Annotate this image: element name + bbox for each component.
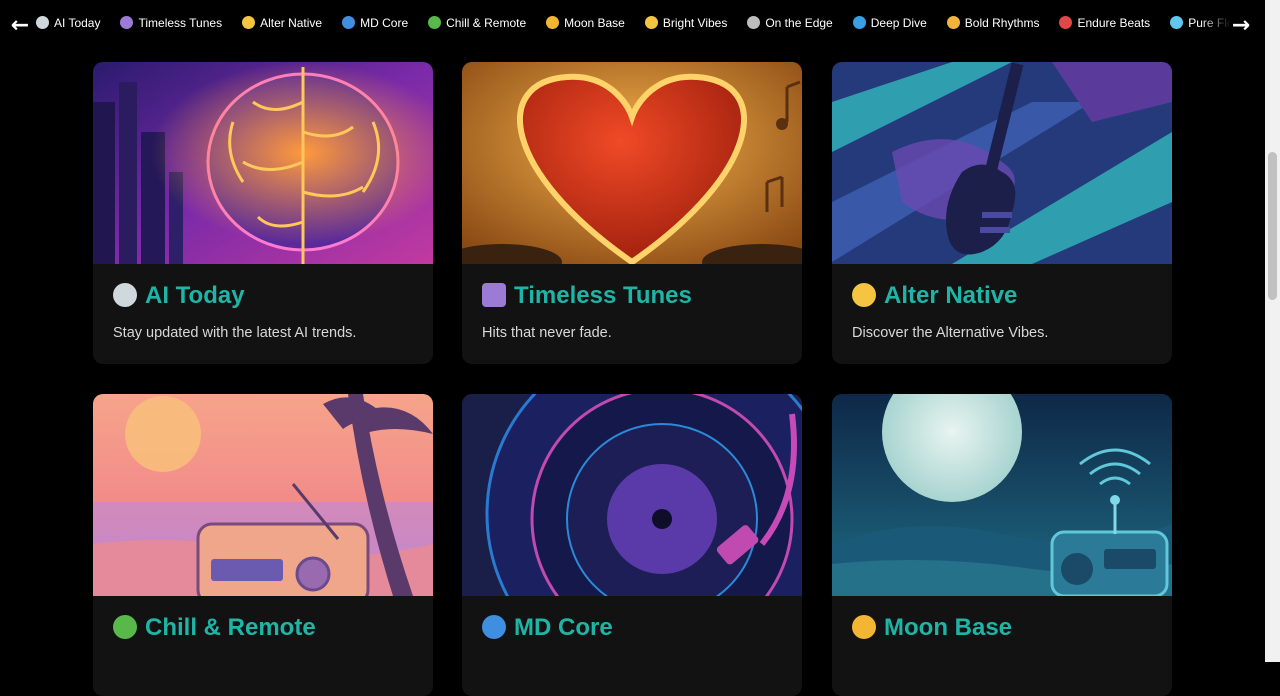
category-tab-label: Endure Beats (1077, 16, 1151, 30)
palm-tree-icon (113, 615, 137, 639)
category-tab[interactable]: On the Edge (747, 0, 833, 48)
category-tab[interactable]: Chill & Remote (428, 0, 526, 48)
card-title[interactable]: Moon Base (852, 614, 1012, 642)
card-title[interactable]: AI Today (113, 282, 245, 310)
category-tab[interactable]: AI Today (36, 0, 100, 48)
station-card-md-core[interactable]: MD Core (462, 394, 802, 696)
timeless-tunes-artwork (462, 62, 802, 264)
station-card-timeless-tunes[interactable]: Timeless Tunes Hits that never fade. (462, 62, 802, 364)
swirl-icon (342, 16, 356, 29)
category-tab-label: Bright Vibes (662, 16, 728, 30)
station-card-chill-remote[interactable]: Chill & Remote (93, 394, 433, 696)
category-tab[interactable]: Bright Vibes (644, 0, 728, 48)
swirl-icon (482, 615, 506, 639)
scrollbar-thumb[interactable] (1268, 152, 1277, 300)
scroll-left-arrow-icon[interactable]: ← (8, 14, 32, 38)
category-tab[interactable]: Alter Native (242, 0, 322, 48)
card-title-text: AI Today (145, 282, 245, 309)
sparkles-icon (242, 16, 256, 29)
category-list: AI Today Timeless Tunes Alter Native MD Cor… (36, 0, 1242, 48)
alter-native-artwork (832, 62, 1172, 264)
category-tab[interactable]: Timeless Tunes (120, 0, 222, 48)
category-tab-label: Bold Rhythms (964, 16, 1040, 30)
robot-icon (113, 283, 137, 307)
scrollbar-track[interactable] (1265, 0, 1280, 662)
moon-icon (546, 16, 560, 29)
md-core-artwork (462, 394, 802, 596)
station-card-alter-native[interactable]: Alter Native Discover the Alternative Vi… (832, 62, 1172, 364)
category-tab-label: Timeless Tunes (138, 16, 223, 30)
card-title-text: MD Core (514, 614, 613, 641)
moon-icon (852, 615, 876, 639)
category-tab-label: Alter Native (260, 16, 323, 30)
gem-icon (1170, 16, 1184, 29)
wave-icon (852, 16, 866, 29)
crossed-swords-icon (747, 16, 761, 29)
card-title[interactable]: Chill & Remote (113, 614, 316, 642)
category-nav-bar: ← AI Today Timeless Tunes Alter Native MD C… (0, 0, 1265, 48)
scroll-right-arrow-icon[interactable]: → (1229, 14, 1253, 38)
category-tab-label: On the Edge (765, 16, 833, 30)
category-tab-label: Deep Dive (870, 16, 927, 30)
category-tab[interactable]: Bold Rhythms (946, 0, 1040, 48)
card-title-text: Alter Native (884, 282, 1018, 309)
flexed-arm-icon (946, 16, 960, 29)
ai-today-artwork (93, 62, 433, 264)
moon-base-artwork (832, 394, 1172, 596)
station-card-ai-today[interactable]: AI Today Stay updated with the latest AI… (93, 62, 433, 364)
category-tab-label: MD Core (360, 16, 409, 30)
shield-icon (1059, 16, 1073, 29)
station-card-moon-base[interactable]: Moon Base (832, 394, 1172, 696)
robot-icon (36, 16, 49, 29)
sparkles-icon (644, 16, 658, 29)
palm-tree-icon (428, 16, 442, 29)
category-tab-label: AI Today (54, 16, 101, 30)
category-tab[interactable]: Moon Base (546, 0, 625, 48)
category-tab[interactable]: Deep Dive (852, 0, 927, 48)
card-title-text: Chill & Remote (145, 614, 316, 641)
card-title[interactable]: MD Core (482, 614, 613, 642)
card-description: Stay updated with the latest AI trends. (113, 325, 357, 341)
chill-remote-artwork (93, 394, 433, 596)
sparkles-icon (852, 283, 876, 307)
music-notes-icon (120, 16, 134, 29)
card-title[interactable]: Alter Native (852, 282, 1017, 310)
category-tab[interactable]: Endure Beats (1059, 0, 1150, 48)
category-tab-label: Chill & Remote (446, 16, 527, 30)
category-tab[interactable]: MD Core (342, 0, 408, 48)
card-description: Hits that never fade. (482, 325, 612, 341)
category-tab-label: Moon Base (564, 16, 625, 30)
card-title[interactable]: Timeless Tunes (482, 282, 692, 310)
card-description: Discover the Alternative Vibes. (852, 325, 1049, 341)
card-title-text: Timeless Tunes (514, 282, 692, 309)
card-title-text: Moon Base (884, 614, 1013, 641)
music-notes-icon (482, 283, 506, 307)
